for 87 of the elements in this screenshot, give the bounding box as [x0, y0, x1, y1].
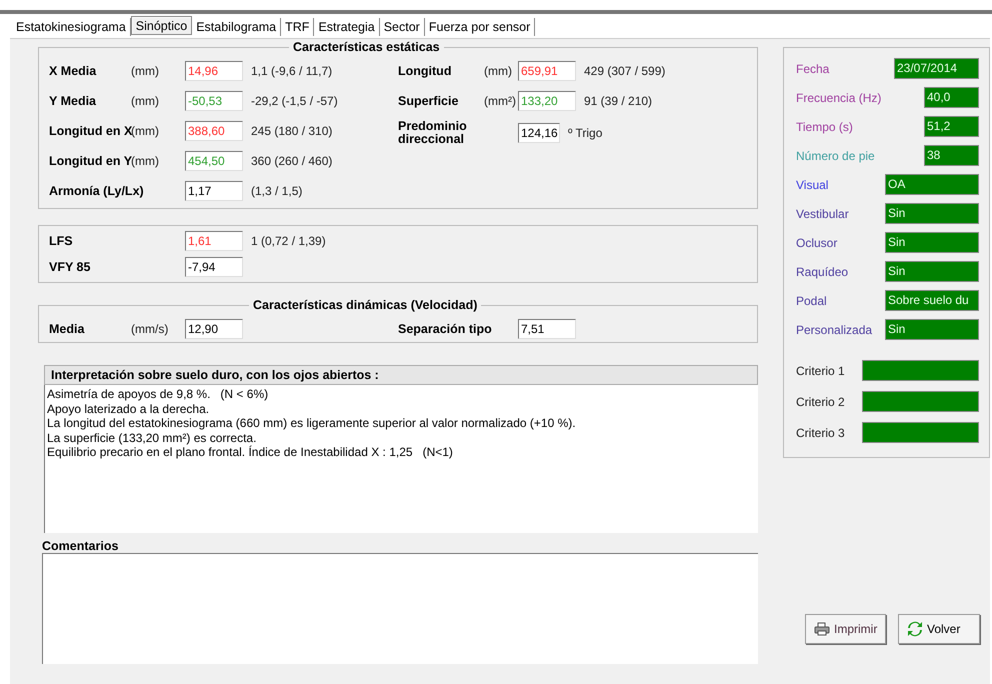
info-value-field[interactable]: Sin — [885, 232, 979, 253]
info-label: Frecuencia (Hz) — [796, 90, 882, 104]
value-field[interactable]: 124,16 — [518, 123, 560, 143]
reference-range: 360 (260 / 460) — [251, 154, 332, 168]
comments-text-area[interactable] — [42, 553, 758, 664]
criterion-label: Criterio 1 — [796, 364, 845, 378]
info-label: Vestibular — [796, 206, 849, 220]
tab[interactable]: Estrategia — [314, 18, 380, 36]
info-value-field[interactable]: 23/07/2014 — [894, 58, 979, 79]
value-field[interactable]: -7,94 — [185, 257, 243, 277]
unit-label: (mm) — [131, 94, 160, 108]
field-label: Predominio direccional — [398, 120, 468, 146]
info-label: Raquídeo — [796, 264, 848, 278]
tab[interactable]: Sector — [380, 18, 425, 36]
info-label: Número de pie — [796, 148, 875, 162]
info-value-field[interactable]: Sin — [885, 203, 979, 224]
value-field[interactable]: 454,50 — [185, 151, 243, 171]
tab[interactable]: Sinóptico — [130, 16, 192, 35]
value-field[interactable]: -50,53 — [185, 91, 243, 111]
reference-range: 1 (0,72 / 1,39) — [251, 234, 326, 248]
reference-range: -29,2 (-1,5 / -57) — [251, 94, 338, 108]
info-label: Podal — [796, 294, 827, 308]
info-label: Tiempo (s) — [796, 120, 853, 134]
unit-label: (mm) — [131, 124, 160, 138]
reference-range: º Trigo — [568, 126, 602, 140]
reference-range: 245 (180 / 310) — [251, 124, 332, 138]
info-value-field[interactable]: 51,2 — [924, 116, 979, 137]
criterion-field[interactable] — [862, 422, 979, 443]
info-label: Oclusor — [796, 236, 838, 250]
info-label: Personalizada — [796, 322, 872, 336]
tab[interactable]: Fuerza por sensor — [424, 18, 536, 36]
field-label: Superficie — [398, 94, 460, 108]
comments-label: Comentarios — [42, 539, 118, 553]
reference-range: 1,1 (-9,6 / 11,7) — [251, 64, 332, 78]
value-field[interactable]: 388,60 — [185, 121, 243, 141]
field-label: Y Media — [49, 94, 98, 108]
interpretation-text-area[interactable] — [44, 385, 758, 533]
info-value-field[interactable]: 38 — [924, 145, 979, 166]
tab[interactable]: Estabilograma — [192, 18, 282, 36]
unit-label: (mm) — [131, 64, 160, 78]
unit-label: (mm) — [484, 64, 512, 78]
value-field[interactable]: 659,91 — [518, 61, 576, 81]
info-label: Fecha — [796, 62, 830, 76]
unit-label: (mm/s) — [131, 322, 170, 336]
field-label: X Media — [49, 64, 98, 78]
criterion-field[interactable] — [862, 360, 979, 381]
tab[interactable]: TRF — [281, 18, 314, 36]
refresh-icon — [907, 621, 923, 637]
group-title: Características estáticas — [289, 40, 444, 54]
field-label: Longitud — [398, 64, 452, 78]
interpretation-line: Apoyo laterizado a la derecha. — [47, 402, 210, 416]
info-value-field[interactable]: Sobre suelo du — [885, 290, 979, 311]
field-label: Longitud en Y — [49, 154, 131, 168]
field-label: VFY 85 — [49, 260, 92, 274]
info-label: Visual — [796, 178, 828, 192]
print-button[interactable]: Imprimir — [805, 614, 886, 644]
interpretation-header: Interpretación sobre suelo duro, con los ojos abiertos : — [44, 365, 758, 385]
field-label: Separación tipo — [398, 322, 493, 336]
unit-label: (mm) — [131, 154, 160, 168]
field-label: Media — [49, 322, 86, 336]
interpretation-line: Asimetría de apoyos de 9,8 %. (N < 6%) — [47, 387, 270, 402]
reference-range: 91 (39 / 210) — [584, 94, 652, 108]
back-button[interactable]: Volver — [898, 614, 980, 644]
value-field[interactable]: 12,90 — [185, 319, 243, 339]
value-field[interactable]: 7,51 — [518, 319, 576, 339]
reference-range: 429 (307 / 599) — [584, 64, 666, 78]
interpretation-line: La superficie (133,20 mm²) es correcta. — [47, 430, 258, 445]
printer-icon — [814, 622, 830, 636]
value-field[interactable]: 1,61 — [185, 231, 243, 251]
criterion-field[interactable] — [862, 391, 979, 412]
field-label: Longitud en X — [49, 124, 131, 138]
info-value-field[interactable]: Sin — [885, 319, 979, 340]
field-label: Armonía (Ly/Lx) — [49, 184, 145, 198]
value-field[interactable]: 1,17 — [185, 181, 243, 201]
info-value-field[interactable]: OA — [885, 174, 979, 195]
group-title: Características dinámicas (Velocidad) — [249, 298, 482, 312]
info-value-field[interactable]: 40,0 — [924, 87, 979, 108]
interpretation-line: La longitud del estatokinesiograma (660 mm) es ligeramente superior al valor normalizado (+10 %). — [47, 416, 577, 430]
reference-range: (1,3 / 1,5) — [251, 184, 302, 198]
interpretation-line: Equilibrio precario en el plano frontal. Índice de Inestabilidad X : 1,25 (N<1) — [47, 445, 454, 460]
criterion-label: Criterio 2 — [796, 394, 845, 408]
criterion-label: Criterio 3 — [796, 426, 845, 440]
value-field[interactable]: 14,96 — [185, 61, 243, 81]
field-label: LFS — [49, 234, 74, 248]
value-field[interactable]: 133,20 — [518, 91, 576, 111]
info-value-field[interactable]: Sin — [885, 261, 979, 282]
unit-label: (mm²) — [484, 94, 516, 108]
